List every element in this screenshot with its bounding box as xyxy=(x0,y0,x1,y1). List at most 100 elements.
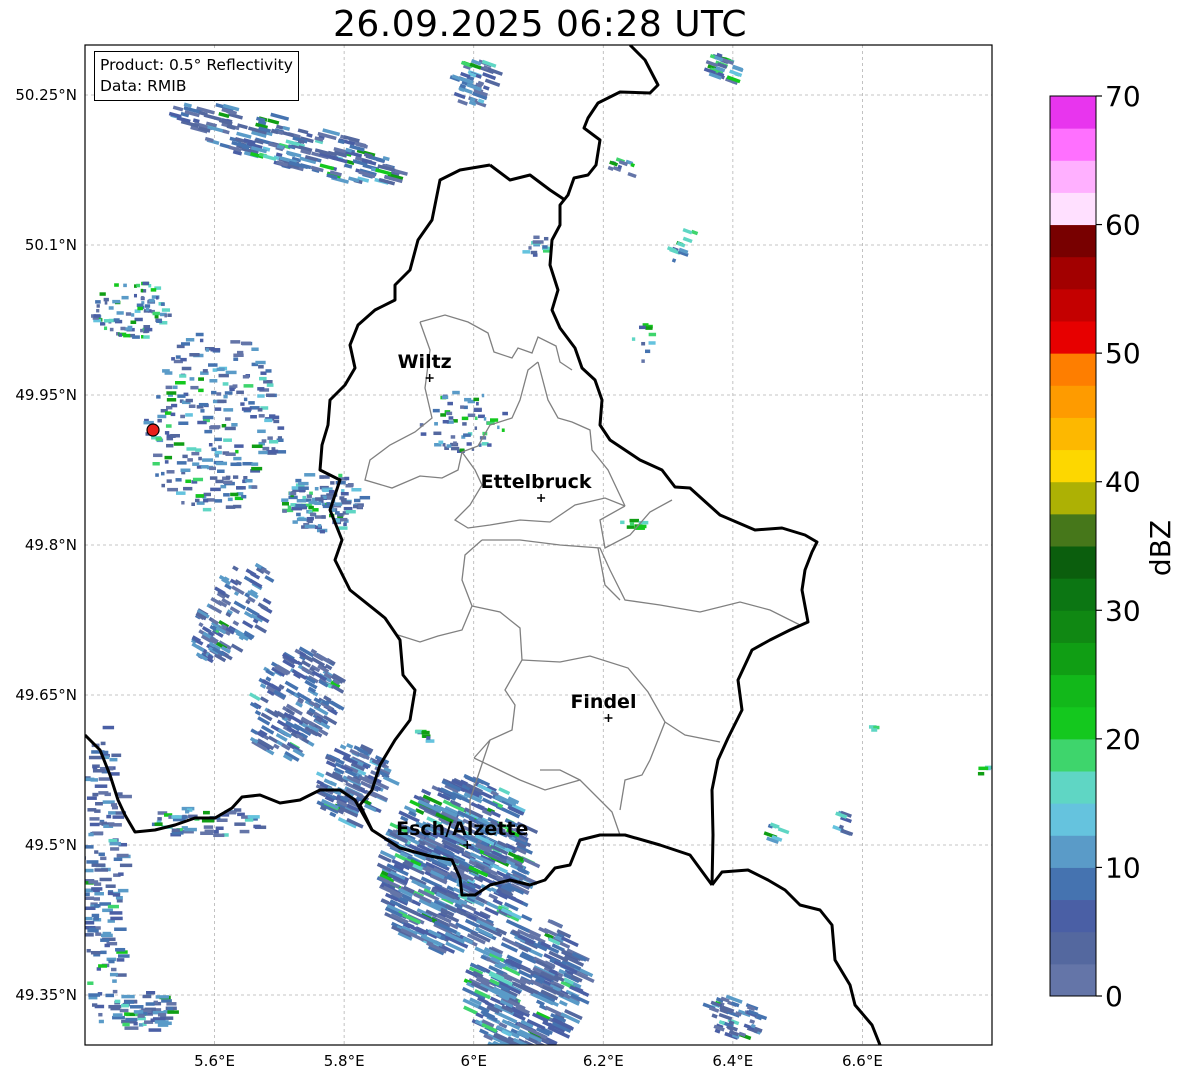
echo-cell xyxy=(502,411,508,416)
echo-cell xyxy=(185,398,193,403)
echo-cell xyxy=(267,436,273,440)
colorbar-segment xyxy=(1050,771,1096,804)
echo-cell xyxy=(777,827,790,835)
echo-cell xyxy=(341,500,347,505)
echo-cell xyxy=(333,747,352,759)
echo-cell xyxy=(161,483,166,488)
echo-cell xyxy=(487,443,492,447)
echo-cell xyxy=(86,796,97,800)
colorbar-tick-label: 60 xyxy=(1105,209,1141,242)
echo-cell xyxy=(166,470,175,474)
echo-cell xyxy=(100,741,106,746)
echo-cell xyxy=(234,822,246,826)
echo-cell xyxy=(978,766,989,771)
echo-cell xyxy=(162,369,170,373)
colorbar-tick-label: 0 xyxy=(1105,980,1123,1013)
echo-cell xyxy=(230,492,239,497)
echo-cell xyxy=(251,347,259,351)
echo-cell xyxy=(200,831,214,836)
echo-cell xyxy=(109,911,123,915)
echo-cell xyxy=(441,395,449,400)
echo-cell xyxy=(254,624,267,634)
echo-cell xyxy=(144,327,153,332)
echo-cell xyxy=(345,483,354,488)
echo-cell xyxy=(154,314,159,319)
radar-site-marker[interactable] xyxy=(146,423,160,437)
echo-cell xyxy=(154,822,163,826)
echo-cell xyxy=(157,817,162,821)
echo-cell xyxy=(312,508,319,512)
lon-tick-label: 6.6°E xyxy=(842,1052,883,1070)
colorbar-segment xyxy=(1050,546,1096,579)
echo-cell xyxy=(124,1026,139,1030)
echo-cell xyxy=(482,72,497,81)
echo-cell xyxy=(94,784,108,788)
echo-cell xyxy=(157,418,162,423)
echo-cell xyxy=(220,484,227,489)
echo-cell xyxy=(109,972,118,977)
echo-cell xyxy=(330,481,335,485)
radar-site-dot[interactable] xyxy=(146,423,160,437)
echo-cell xyxy=(225,452,236,456)
echo-cell xyxy=(148,1028,162,1032)
echo-cell xyxy=(218,373,229,378)
echo-cell xyxy=(167,1010,179,1014)
echo-cell xyxy=(270,112,290,121)
echo-cell xyxy=(111,967,117,972)
echo-cell xyxy=(334,511,340,515)
echo-cell xyxy=(203,492,212,497)
echo-cell xyxy=(148,298,155,303)
colorbar-segment xyxy=(1050,899,1096,933)
echo-cell xyxy=(473,408,482,412)
echo-cell xyxy=(109,841,121,846)
echo-cell xyxy=(137,1014,145,1018)
echo-cell xyxy=(222,382,229,386)
echo-cell xyxy=(96,304,100,308)
echo-cell xyxy=(284,680,299,691)
echo-cell xyxy=(225,370,237,375)
echo-cell xyxy=(186,447,197,451)
echo-cell xyxy=(466,442,472,446)
echo-cell xyxy=(209,466,216,471)
echo-cell xyxy=(268,440,279,444)
lon-tick-label: 6.4°E xyxy=(712,1052,753,1070)
echo-cell xyxy=(85,921,95,925)
echo-cell xyxy=(116,958,125,962)
echo-cell xyxy=(110,772,120,776)
echo-cell xyxy=(109,327,114,332)
echo-cell xyxy=(533,235,540,240)
echo-cell xyxy=(425,739,435,743)
echo-cell xyxy=(142,281,149,286)
echo-cell xyxy=(155,473,159,477)
echo-cell xyxy=(194,498,200,503)
echo-cell xyxy=(85,906,96,911)
city-label: Findel xyxy=(570,691,636,713)
echo-cell xyxy=(282,509,287,513)
radar-map[interactable]: 50.25°N 50.1°N 49.95°N 49.8°N 49.65°N 49.5°N 4… xyxy=(0,0,1184,1081)
echo-cell xyxy=(133,293,138,298)
echo-cell xyxy=(141,295,144,300)
echo-cell xyxy=(315,771,325,778)
echo-cell xyxy=(498,787,511,796)
echo-cell xyxy=(166,398,177,402)
echo-cell xyxy=(170,412,176,417)
echo-cell xyxy=(453,91,466,100)
echo-cell xyxy=(214,450,222,455)
echo-cell xyxy=(671,258,677,263)
echo-cell xyxy=(358,504,363,509)
echo-cell xyxy=(96,308,100,313)
echo-cell xyxy=(223,493,230,497)
echo-cell xyxy=(532,240,544,244)
data-source-text: Data: RMIB xyxy=(100,77,187,95)
echo-cell xyxy=(87,981,94,985)
echo-cell xyxy=(627,171,637,179)
echo-cell xyxy=(91,887,103,891)
echo-cell xyxy=(208,363,218,367)
echo-cell xyxy=(94,850,99,854)
echo-cell xyxy=(506,1047,524,1058)
echo-cell xyxy=(180,468,191,473)
echo-cell xyxy=(648,332,657,337)
echo-cell xyxy=(257,394,265,398)
echo-cell xyxy=(108,306,114,310)
echo-cell xyxy=(85,933,94,937)
